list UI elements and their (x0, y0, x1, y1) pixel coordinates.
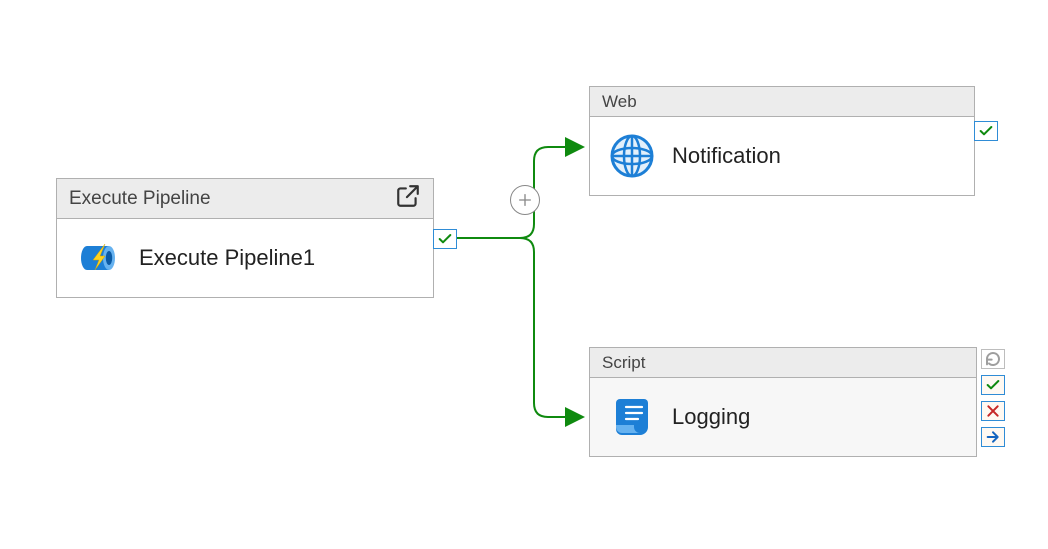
activity-name: Execute Pipeline1 (139, 245, 315, 271)
activity-type-label: Web (602, 92, 637, 112)
success-port[interactable] (433, 229, 457, 249)
skip-handle[interactable] (981, 427, 1005, 447)
pipeline-canvas[interactable]: Execute Pipeline Execute Pipeline1 (0, 0, 1048, 549)
failure-handle[interactable] (981, 401, 1005, 421)
success-port[interactable] (974, 121, 998, 141)
activity-name: Logging (672, 404, 750, 430)
script-icon (608, 393, 656, 441)
pipeline-icon (75, 234, 123, 282)
activity-type-label: Script (602, 353, 645, 373)
branch-handles (981, 349, 1005, 447)
activity-body: Logging (590, 378, 976, 456)
globe-icon (608, 132, 656, 180)
activity-body: Execute Pipeline1 (57, 219, 433, 297)
add-activity-button[interactable] (510, 185, 540, 215)
activity-header: Execute Pipeline (57, 179, 433, 219)
activity-name: Notification (672, 143, 781, 169)
activity-header: Web (590, 87, 974, 117)
activity-body: Notification (590, 117, 974, 195)
activity-execute-pipeline[interactable]: Execute Pipeline Execute Pipeline1 (56, 178, 434, 298)
activity-web[interactable]: Web Notification (589, 86, 975, 196)
completion-handle[interactable] (981, 349, 1005, 369)
activity-type-label: Execute Pipeline (69, 188, 211, 210)
open-pipeline-icon[interactable] (395, 183, 421, 215)
success-handle[interactable] (981, 375, 1005, 395)
activity-header: Script (590, 348, 976, 378)
activity-script[interactable]: Script Logging (589, 347, 977, 457)
connector-execute-to-script[interactable] (454, 238, 581, 417)
